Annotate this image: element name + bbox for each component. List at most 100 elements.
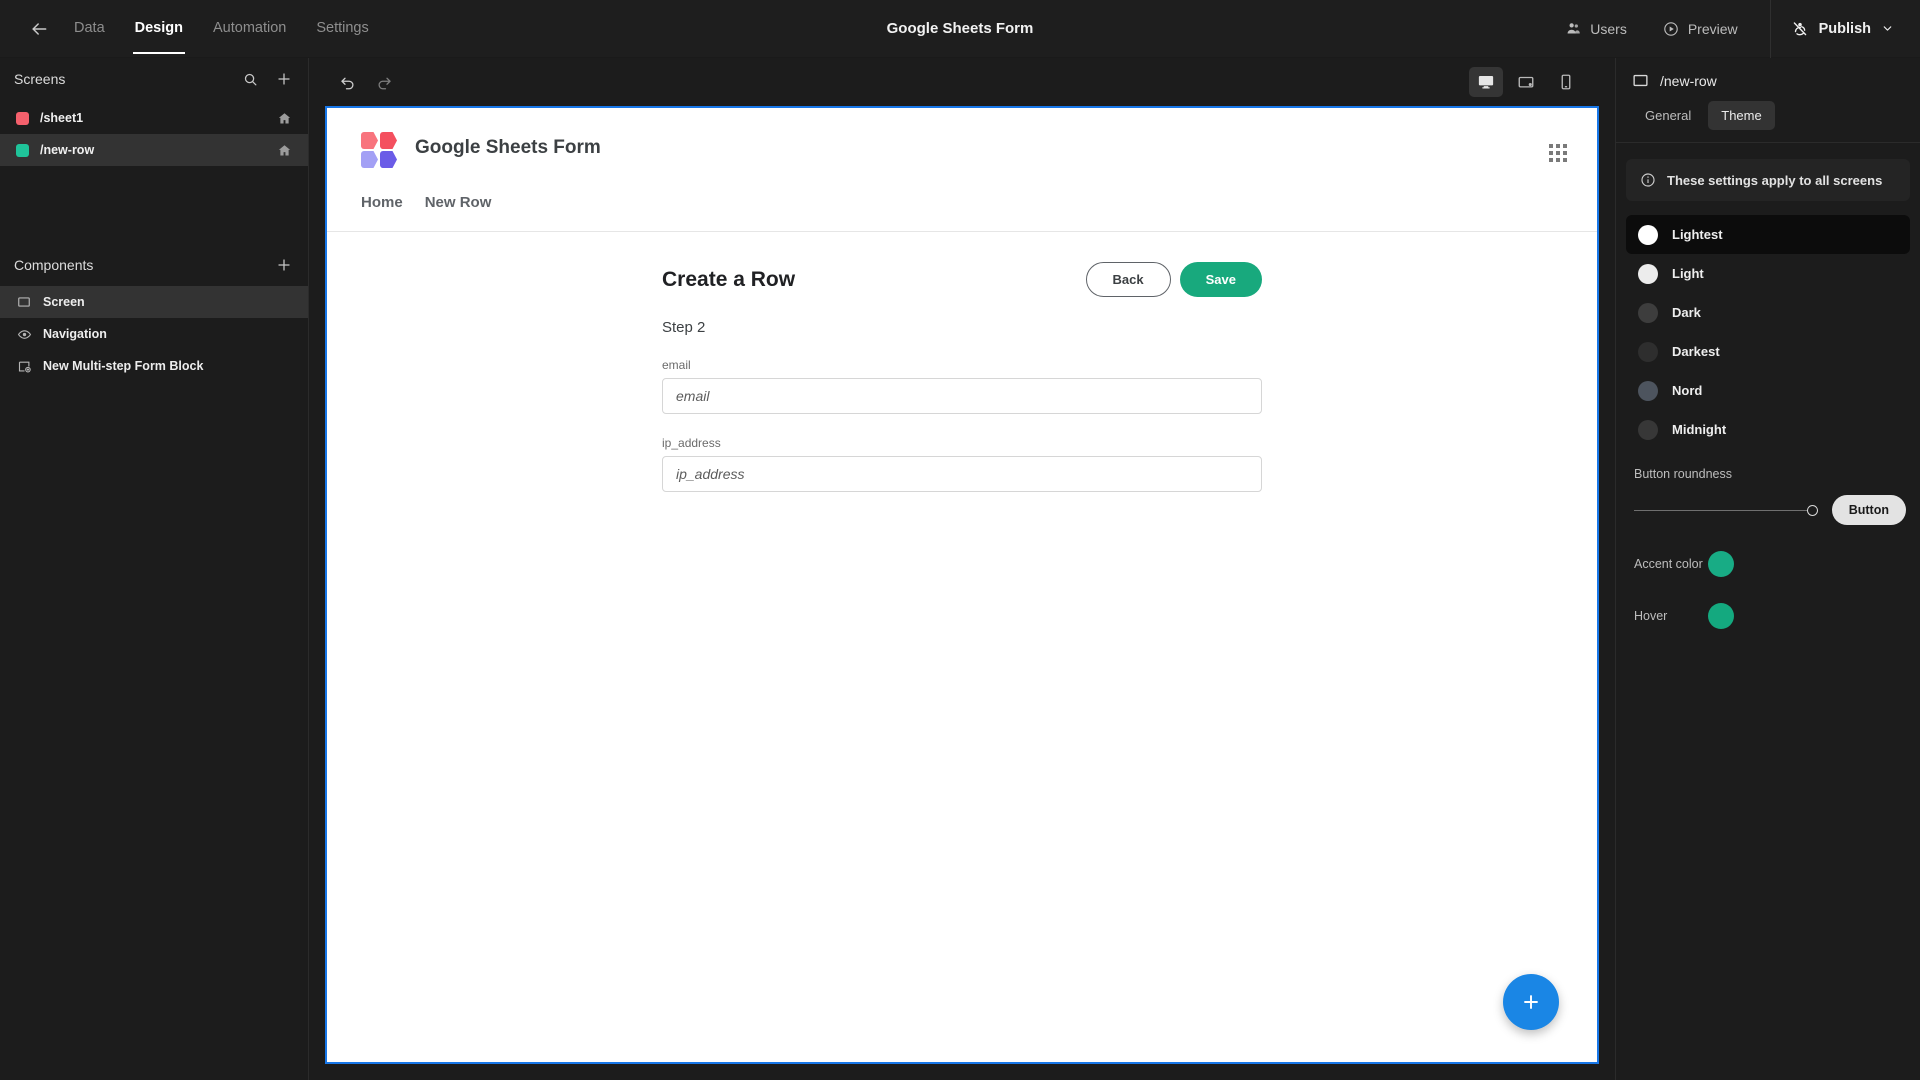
logo-cell-bottom-right bbox=[380, 151, 397, 168]
screen-item-label: /sheet1 bbox=[40, 111, 84, 125]
add-component-button[interactable] bbox=[274, 255, 294, 275]
screen-item-new-row[interactable]: /new-row bbox=[0, 134, 308, 166]
preview-nav-link-home[interactable]: Home bbox=[361, 194, 403, 211]
form-title: Create a Row bbox=[662, 267, 796, 291]
tablet-icon bbox=[1518, 76, 1534, 88]
top-nav-item-settings[interactable]: Settings bbox=[316, 3, 368, 54]
search-icon bbox=[244, 73, 256, 85]
home-glyph-icon bbox=[278, 112, 291, 123]
preview-form-area: Create a Row Back Save Step 2 email emai… bbox=[327, 232, 1597, 492]
screen-icon bbox=[1633, 74, 1648, 87]
screens-title: Screens bbox=[14, 71, 66, 87]
save-button[interactable]: Save bbox=[1179, 262, 1262, 297]
users-label: Users bbox=[1590, 20, 1627, 37]
logo-shape-arrow bbox=[368, 132, 378, 149]
screen-color-swatch bbox=[16, 111, 29, 125]
theme-scope-notice-text: These settings apply to all screens bbox=[1667, 172, 1883, 188]
theme-list: Lightest Light Dark Darkest Nord Midnigh… bbox=[1626, 215, 1910, 449]
canvas-toolbar bbox=[309, 58, 1615, 106]
components-panel-header: Components bbox=[0, 244, 308, 286]
theme-option-darkest[interactable]: Darkest bbox=[1626, 332, 1910, 371]
top-nav-item-design[interactable]: Design bbox=[132, 3, 186, 54]
theme-option-label: Lightest bbox=[1672, 227, 1723, 242]
button-roundness-slider[interactable] bbox=[1634, 501, 1818, 519]
theme-option-dark[interactable]: Dark bbox=[1626, 293, 1910, 332]
right-panel-screen-name: /new-row bbox=[1660, 72, 1717, 89]
theme-color-dot bbox=[1638, 341, 1658, 362]
search-screens-button[interactable] bbox=[240, 69, 260, 89]
accent-color-row: Accent color bbox=[1616, 551, 1920, 577]
plus-icon bbox=[278, 259, 290, 271]
multistep-form-block: Create a Row Back Save Step 2 email emai… bbox=[662, 262, 1262, 492]
component-item-label: New Multi-step Form Block bbox=[43, 359, 204, 373]
theme-option-lightest[interactable]: Lightest bbox=[1626, 215, 1910, 254]
back-button[interactable] bbox=[22, 12, 56, 46]
tab-theme[interactable]: Theme bbox=[1708, 101, 1775, 130]
component-item-screen[interactable]: Screen bbox=[0, 286, 308, 318]
top-bar-left: Data Design Automation Settings bbox=[0, 3, 369, 54]
undo-button[interactable] bbox=[335, 69, 361, 95]
logo-cell-bottom-left bbox=[361, 151, 378, 168]
top-nav-item-automation[interactable]: Automation bbox=[213, 3, 286, 54]
button-roundness-preview: Button bbox=[1831, 495, 1906, 525]
screen-canvas[interactable]: Screen bbox=[325, 106, 1599, 1064]
device-mobile-button[interactable] bbox=[1549, 67, 1583, 97]
theme-scope-notice: These settings apply to all screens bbox=[1626, 159, 1910, 201]
right-panel-tabs: General Theme bbox=[1632, 101, 1904, 142]
component-item-label: Screen bbox=[43, 295, 85, 309]
ip-address-input[interactable] bbox=[662, 456, 1262, 492]
preview-nav: Home New Row bbox=[327, 168, 1597, 211]
logo-shape-arrow bbox=[387, 132, 397, 149]
component-item-multistep-form-block[interactable]: New Multi-step Form Block bbox=[0, 350, 308, 382]
screens-actions bbox=[240, 69, 294, 89]
theme-option-light[interactable]: Light bbox=[1626, 254, 1910, 293]
form-block-icon bbox=[16, 358, 32, 374]
right-panel-screen-title: /new-row bbox=[1632, 72, 1904, 89]
home-icon[interactable] bbox=[277, 111, 292, 126]
canvas-area: Screen bbox=[309, 106, 1615, 1080]
top-nav-item-data[interactable]: Data bbox=[74, 3, 105, 54]
button-roundness-label: Button roundness bbox=[1634, 467, 1732, 481]
theme-color-dot bbox=[1638, 302, 1658, 323]
theme-option-label: Darkest bbox=[1672, 344, 1720, 359]
screens-panel-header: Screens bbox=[0, 58, 308, 100]
home-icon[interactable] bbox=[277, 143, 292, 158]
theme-option-midnight[interactable]: Midnight bbox=[1626, 410, 1910, 449]
accent-color-chip[interactable] bbox=[1708, 551, 1734, 577]
hover-color-chip[interactable] bbox=[1708, 603, 1734, 629]
publish-button[interactable]: Publish bbox=[1777, 20, 1920, 38]
screen-item-sheet1[interactable]: /sheet1 bbox=[0, 102, 308, 134]
preview-button[interactable]: Preview bbox=[1645, 21, 1756, 37]
slider-knob[interactable] bbox=[1806, 504, 1818, 516]
right-panel: /new-row General Theme These settings ap… bbox=[1615, 58, 1920, 1080]
tab-general[interactable]: General bbox=[1632, 101, 1704, 130]
back-button[interactable]: Back bbox=[1085, 262, 1171, 297]
theme-color-dot bbox=[1638, 380, 1658, 401]
users-button[interactable]: Users bbox=[1548, 21, 1645, 37]
form-field-email: email bbox=[662, 358, 1262, 414]
theme-option-label: Midnight bbox=[1672, 422, 1727, 437]
logo-cell-top-right bbox=[380, 132, 397, 149]
button-roundness-row: Button bbox=[1616, 481, 1920, 525]
email-input[interactable] bbox=[662, 378, 1262, 414]
arrow-left-icon bbox=[32, 22, 47, 35]
form-step-label: Step 2 bbox=[662, 319, 706, 336]
add-floating-action-button[interactable] bbox=[1503, 974, 1559, 1030]
component-item-navigation[interactable]: Navigation bbox=[0, 318, 308, 350]
hover-color-label: Hover bbox=[1634, 609, 1668, 623]
logo-shape-arrow bbox=[387, 151, 397, 168]
screen-selection-badge[interactable]: Screen bbox=[325, 106, 396, 108]
preview-nav-link-new-row[interactable]: New Row bbox=[425, 194, 492, 211]
device-tablet-button[interactable] bbox=[1509, 67, 1543, 97]
undo-icon bbox=[341, 77, 354, 90]
form-header: Create a Row Back Save bbox=[662, 262, 1262, 297]
device-desktop-button[interactable] bbox=[1469, 67, 1503, 97]
add-screen-button[interactable] bbox=[274, 69, 294, 89]
redo-button[interactable] bbox=[371, 69, 397, 95]
screens-list: /sheet1 /new-row bbox=[0, 100, 308, 166]
theme-option-nord[interactable]: Nord bbox=[1626, 371, 1910, 410]
theme-color-dot bbox=[1638, 419, 1658, 440]
apps-grid-icon[interactable] bbox=[1549, 144, 1567, 162]
eye-icon bbox=[16, 326, 32, 342]
left-sidebar: Screens /sheet1 /new-row Components Scre… bbox=[0, 58, 309, 1080]
